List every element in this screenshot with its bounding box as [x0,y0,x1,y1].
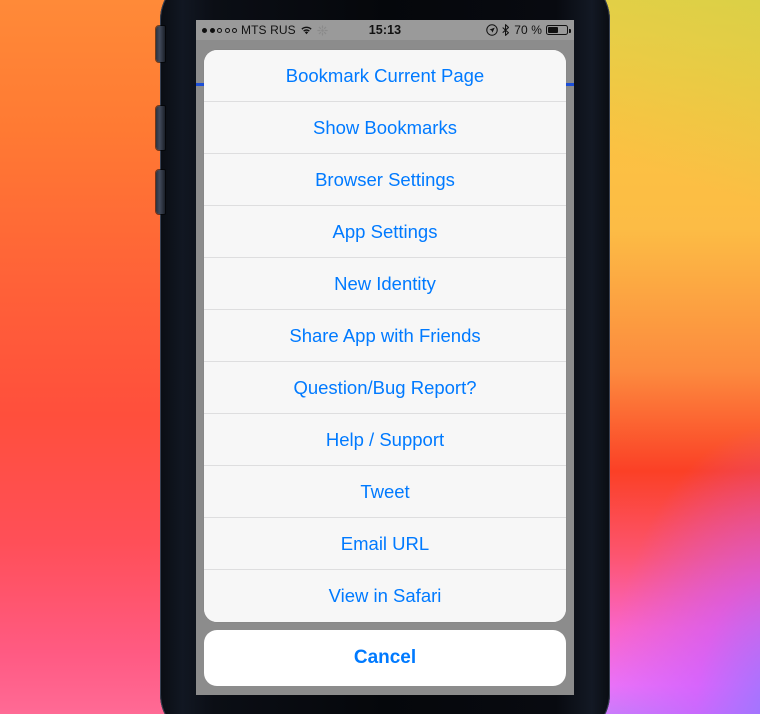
action-new-identity[interactable]: New Identity [204,258,566,310]
screenshot-stage: MTS RUS 15:13 70 % Bookmark Current Page… [0,0,760,714]
status-bar-right: 70 % [486,23,571,37]
action-share-app-with-friends[interactable]: Share App with Friends [204,310,566,362]
action-sheet: Bookmark Current Page Show Bookmarks Bro… [204,50,566,686]
action-sheet-options-group: Bookmark Current Page Show Bookmarks Bro… [204,50,566,622]
volume-up-button[interactable] [156,106,165,150]
action-show-bookmarks[interactable]: Show Bookmarks [204,102,566,154]
status-bar: MTS RUS 15:13 70 % [196,20,574,40]
silent-switch-button[interactable] [156,26,165,62]
battery-percent-label: 70 % [514,23,542,37]
battery-icon [546,24,571,36]
action-question-bug-report[interactable]: Question/Bug Report? [204,362,566,414]
action-browser-settings[interactable]: Browser Settings [204,154,566,206]
location-arrow-icon [486,24,498,36]
action-tweet[interactable]: Tweet [204,466,566,518]
action-email-url[interactable]: Email URL [204,518,566,570]
cancel-button[interactable]: Cancel [204,630,566,686]
volume-down-button[interactable] [156,170,165,214]
action-bookmark-current-page[interactable]: Bookmark Current Page [204,50,566,102]
action-app-settings[interactable]: App Settings [204,206,566,258]
action-help-support[interactable]: Help / Support [204,414,566,466]
action-view-in-safari[interactable]: View in Safari [204,570,566,622]
bluetooth-icon [502,24,510,36]
phone-screen: MTS RUS 15:13 70 % Bookmark Current Page… [196,20,574,695]
phone-device-frame: MTS RUS 15:13 70 % Bookmark Current Page… [156,0,610,714]
